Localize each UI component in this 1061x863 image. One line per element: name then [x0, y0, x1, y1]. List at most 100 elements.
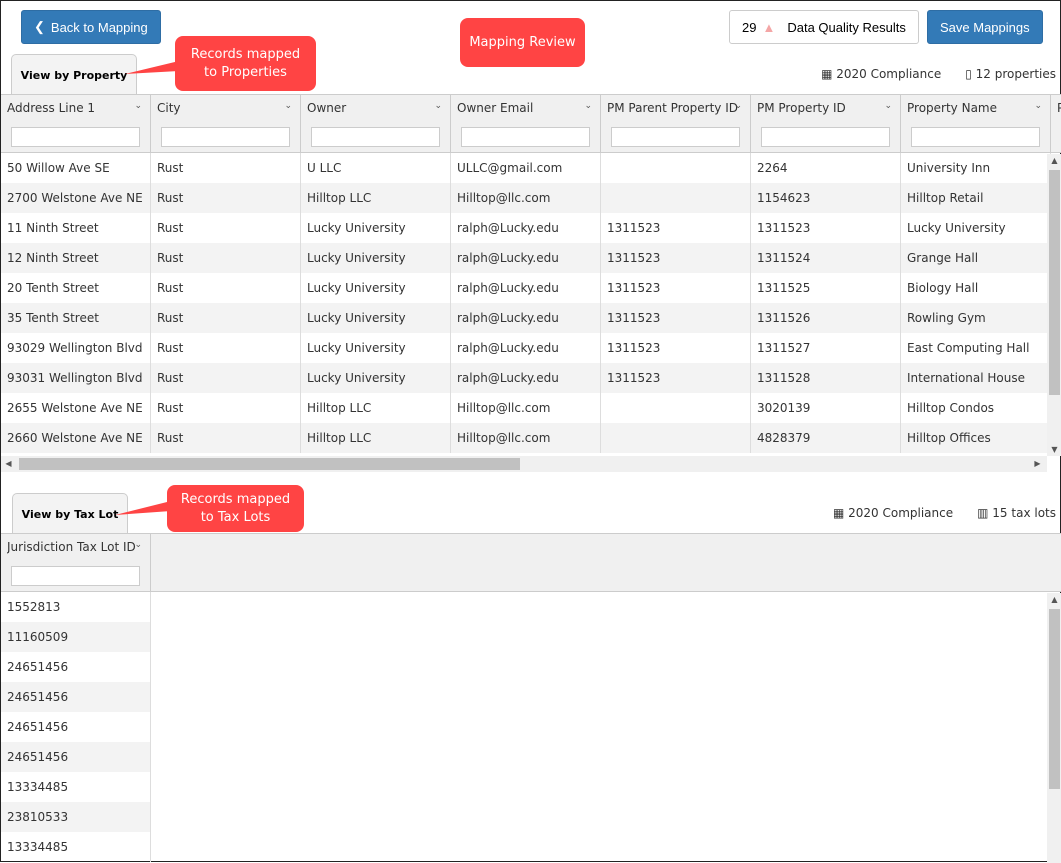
table-row[interactable]: 13334485 [1, 832, 151, 862]
table-row[interactable]: 93031 Wellington Blvd Rust Lucky Universit… [1, 363, 1061, 393]
table-cell: 3020139 [751, 393, 901, 423]
chevron-down-icon[interactable]: ⌄ [134, 101, 142, 111]
table-cell: Hilltop@llc.com [451, 423, 601, 453]
table-cell: 2264 [751, 153, 901, 183]
column-header[interactable]: Property Name ⌄ [901, 95, 1051, 152]
table-row[interactable]: 35 Tenth Street Rust Lucky University ralph… [1, 303, 1061, 333]
chevron-down-icon[interactable]: ⌄ [584, 101, 592, 111]
table-cell: 1311523 [601, 363, 751, 393]
table-cell: 1311528 [751, 363, 901, 393]
table-cell: Hilltop Retail [901, 183, 1051, 213]
column-header[interactable]: City ⌄ [151, 95, 301, 152]
cycle-label: 2020 Compliance [836, 67, 942, 81]
table-row[interactable]: 23810533 [1, 802, 151, 832]
tab-view-by-property[interactable]: View by Property [11, 54, 137, 95]
tab-view-by-tax-lot[interactable]: View by Tax Lot [12, 493, 128, 534]
taxlot-grid-header: Jurisdiction Tax Lot ID ⌄ [1, 534, 1061, 592]
column-header[interactable]: P [1051, 95, 1061, 152]
chevron-down-icon[interactable]: ⌄ [434, 101, 442, 111]
table-cell: 11160509 [1, 622, 151, 652]
table-cell [601, 153, 751, 183]
taxlot-grid: Jurisdiction Tax Lot ID ⌄ 1552813 11160509… [1, 533, 1061, 863]
property-grid-header: Address Line 1 ⌄ City ⌄ Owner ⌄ Owner Email ⌄ PM… [1, 95, 1061, 153]
column-header[interactable]: Owner Email ⌄ [451, 95, 601, 152]
property-vertical-scrollbar[interactable]: ▲ ▼ [1047, 154, 1061, 456]
table-row[interactable]: 12 Ninth Street Rust Lucky University ralph… [1, 243, 1061, 273]
building-icon: ▯ [965, 67, 972, 81]
column-header[interactable]: PM Parent Property ID ⌄ [601, 95, 751, 152]
table-row[interactable]: 24651456 [1, 712, 151, 742]
table-row[interactable]: 1552813 [1, 592, 151, 622]
table-row[interactable]: 2660 Welstone Ave NE Rust Hilltop LLC Hillt… [1, 423, 1061, 453]
taxlot-vertical-scrollbar[interactable]: ▲ [1047, 593, 1061, 863]
table-cell: Hilltop LLC [301, 393, 451, 423]
table-row[interactable]: 13334485 [1, 772, 151, 802]
table-cell: 1154623 [751, 183, 901, 213]
column-filter-input[interactable] [611, 127, 740, 147]
table-cell: Hilltop LLC [301, 423, 451, 453]
table-cell: 1311523 [751, 213, 901, 243]
table-cell: East Computing Hall [901, 333, 1051, 363]
table-cell: Biology Hall [901, 273, 1051, 303]
table-row[interactable]: 24651456 [1, 682, 151, 712]
table-cell: ralph@Lucky.edu [451, 363, 601, 393]
table-cell [601, 423, 751, 453]
table-cell: 20 Tenth Street [1, 273, 151, 303]
table-cell: 2655 Welstone Ave NE [1, 393, 151, 423]
map-icon: ▥ [977, 506, 989, 520]
table-cell: University Inn [901, 153, 1051, 183]
column-header[interactable]: PM Property ID ⌄ [751, 95, 901, 152]
table-row[interactable]: 20 Tenth Street Rust Lucky University ralph… [1, 273, 1061, 303]
table-cell: Rust [151, 183, 301, 213]
table-cell: 1311523 [601, 273, 751, 303]
table-cell: 1311527 [751, 333, 901, 363]
column-header[interactable]: Address Line 1 ⌄ [1, 95, 151, 152]
table-row[interactable]: 24651456 [1, 652, 151, 682]
table-cell: Rust [151, 333, 301, 363]
table-cell: 1311525 [751, 273, 901, 303]
save-mappings-button[interactable]: Save Mappings [927, 10, 1043, 44]
column-filter-input[interactable] [461, 127, 590, 147]
table-cell: Lucky University [901, 213, 1051, 243]
table-cell: ralph@Lucky.edu [451, 213, 601, 243]
table-row[interactable]: 11160509 [1, 622, 151, 652]
table-cell: 2660 Welstone Ave NE [1, 423, 151, 453]
chevron-down-icon[interactable]: ⌄ [284, 101, 292, 111]
table-row[interactable]: 93029 Wellington Blvd Rust Lucky Universit… [1, 333, 1061, 363]
column-filter-input[interactable] [911, 127, 1040, 147]
table-row[interactable]: 2700 Welstone Ave NE Rust Hilltop LLC Hillt… [1, 183, 1061, 213]
column-filter-input[interactable] [161, 127, 290, 147]
table-cell: Lucky University [301, 363, 451, 393]
chevron-left-icon: ❮ [34, 19, 45, 34]
chevron-down-icon[interactable]: ⌄ [884, 101, 892, 111]
chevron-down-icon[interactable]: ⌄ [1034, 101, 1042, 111]
callout-pointer [115, 501, 171, 515]
table-cell [601, 183, 751, 213]
column-filter-input[interactable] [11, 566, 140, 586]
table-cell: 1311523 [601, 213, 751, 243]
table-row[interactable]: 50 Willow Ave SE Rust U LLC ULLC@gmail.com 2… [1, 153, 1061, 183]
calendar-icon: ▦ [832, 506, 845, 520]
data-quality-results-button[interactable]: 29 ▲ Data Quality Results [729, 10, 919, 44]
table-cell: ralph@Lucky.edu [451, 273, 601, 303]
column-header[interactable]: Owner ⌄ [301, 95, 451, 152]
column-filter-input[interactable] [761, 127, 890, 147]
column-filter-input[interactable] [11, 127, 140, 147]
column-header[interactable]: Jurisdiction Tax Lot ID ⌄ [1, 534, 151, 591]
table-cell: Rowling Gym [901, 303, 1051, 333]
callout-pointer [125, 61, 179, 74]
table-row[interactable]: 2655 Welstone Ave NE Rust Hilltop LLC Hillt… [1, 393, 1061, 423]
back-to-mapping-button[interactable]: ❮ Back to Mapping [21, 10, 161, 44]
property-horizontal-scrollbar[interactable]: ◀ ▶ [1, 456, 1047, 472]
table-cell: Grange Hall [901, 243, 1051, 273]
table-cell: Rust [151, 213, 301, 243]
chevron-down-icon[interactable]: ⌄ [134, 540, 142, 550]
table-cell [601, 393, 751, 423]
table-cell: 1552813 [1, 592, 151, 622]
table-row[interactable]: 24651456 [1, 742, 151, 772]
table-row[interactable]: 11 Ninth Street Rust Lucky University ralph… [1, 213, 1061, 243]
chevron-down-icon[interactable]: ⌄ [734, 101, 742, 111]
table-cell: U LLC [301, 153, 451, 183]
column-filter-input[interactable] [311, 127, 440, 147]
table-cell: 2700 Welstone Ave NE [1, 183, 151, 213]
